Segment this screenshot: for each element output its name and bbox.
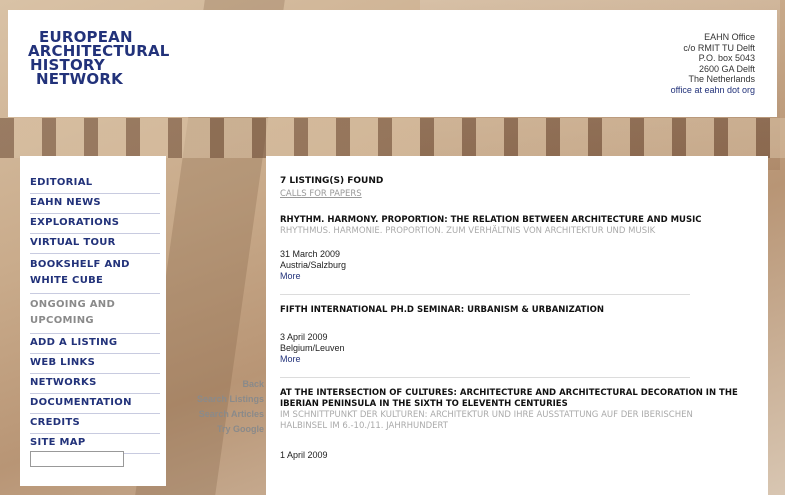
main-content: 7 LISTING(S) FOUND CALLS FOR PAPERS RHYT… xyxy=(266,156,768,495)
listing-date: 1 April 2009 xyxy=(280,450,328,460)
listing-title[interactable]: AT THE INTERSECTION OF CULTURES: ARCHITE… xyxy=(280,388,740,410)
search-listings-link[interactable]: Search Listings xyxy=(190,395,264,404)
site-logo[interactable]: EUROPEAN ARCHITECTURAL HISTORY NETWORK xyxy=(28,30,170,88)
office-address: EAHN Office c/o RMIT TU Delft P.O. box 5… xyxy=(671,32,755,95)
listing-more-link[interactable]: More xyxy=(280,271,740,282)
nav-item-bookshelf[interactable]: BOOKSHELF AND WHITE CUBE xyxy=(30,254,160,294)
nav-item-editorial[interactable]: EDITORIAL xyxy=(30,174,160,194)
listing-subtitle: RHYTHMUS. HARMONIE. PROPORTION. ZUM VERH… xyxy=(280,226,656,236)
listing-title[interactable]: FIFTH INTERNATIONAL PH.D SEMINAR: URBANI… xyxy=(280,305,740,316)
listing-title[interactable]: RHYTHM. HARMONY. PROPORTION: THE RELATIO… xyxy=(280,215,740,226)
sidebar: EDITORIAL EAHN NEWS EXPLORATIONS VIRTUAL… xyxy=(20,156,166,486)
nav-item-add-listing[interactable]: ADD A LISTING xyxy=(30,334,160,354)
office-line: The Netherlands xyxy=(688,74,755,84)
nav-item-ongoing-upcoming[interactable]: ONGOING AND UPCOMING xyxy=(30,294,160,334)
nav-item-credits[interactable]: CREDITS xyxy=(30,414,160,434)
listing-date: 3 April 2009 xyxy=(280,332,328,342)
listing-item: FIFTH INTERNATIONAL PH.D SEMINAR: URBANI… xyxy=(280,305,740,365)
nav-item-virtual-tour[interactable]: VIRTUAL TOUR xyxy=(30,234,160,254)
back-link[interactable]: Back xyxy=(190,380,264,389)
nav-item-explorations[interactable]: EXPLORATIONS xyxy=(30,214,160,234)
listing-date: 31 March 2009 xyxy=(280,249,341,259)
background-photo-beams xyxy=(0,118,785,158)
logo-line: NETWORK xyxy=(36,70,123,88)
try-google-link[interactable]: Try Google xyxy=(190,425,264,434)
search-articles-link[interactable]: Search Articles xyxy=(190,410,264,419)
listing-more-link[interactable]: More xyxy=(280,354,740,365)
category-link[interactable]: CALLS FOR PAPERS xyxy=(280,189,740,199)
sidebar-nav: EDITORIAL EAHN NEWS EXPLORATIONS VIRTUAL… xyxy=(30,174,160,454)
sidebar-search-input[interactable] xyxy=(30,451,124,467)
nav-item-eahn-news[interactable]: EAHN NEWS xyxy=(30,194,160,214)
nav-item-networks[interactable]: NETWORKS xyxy=(30,374,160,394)
office-line: P.O. box 5043 xyxy=(698,53,755,63)
site-header: EUROPEAN ARCHITECTURAL HISTORY NETWORK E… xyxy=(8,10,777,117)
listing-divider xyxy=(280,294,690,295)
tool-links: Back Search Listings Search Articles Try… xyxy=(190,380,264,440)
nav-item-web-links[interactable]: WEB LINKS xyxy=(30,354,160,374)
listing-divider xyxy=(280,377,690,378)
results-count: 7 LISTING(S) FOUND xyxy=(280,176,384,186)
listing-place: Austria/Salzburg xyxy=(280,260,347,270)
listing-item: AT THE INTERSECTION OF CULTURES: ARCHITE… xyxy=(280,388,740,461)
office-line: EAHN Office xyxy=(704,32,755,42)
office-line: 2600 GA Delft xyxy=(698,63,755,74)
nav-item-documentation[interactable]: DOCUMENTATION xyxy=(30,394,160,414)
office-line: c/o RMIT TU Delft xyxy=(683,42,755,53)
listing-item: RHYTHM. HARMONY. PROPORTION: THE RELATIO… xyxy=(280,215,740,282)
office-email: office at eahn dot org xyxy=(670,84,755,95)
listing-place: Belgium/Leuven xyxy=(280,343,345,353)
listing-subtitle: IM SCHNITTPUNKT DER KULTUREN: ARCHITEKTU… xyxy=(280,410,693,431)
